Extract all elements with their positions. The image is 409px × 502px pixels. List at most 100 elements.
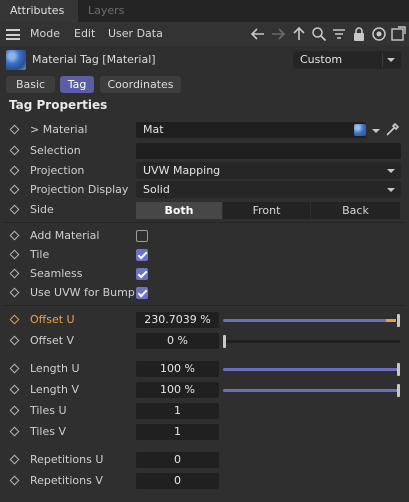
material-label: > Material xyxy=(30,123,88,136)
eyedropper-icon[interactable] xyxy=(384,122,400,138)
panel-tab-bar: Attributes Layers xyxy=(0,0,409,22)
up-arrow-icon[interactable] xyxy=(291,26,307,42)
side-option-front[interactable]: Front xyxy=(223,202,310,219)
projection-dropdown[interactable]: UVW Mapping xyxy=(136,162,401,179)
preset-dropdown[interactable]: Custom xyxy=(293,51,401,69)
offset-u-slider-fill xyxy=(223,319,397,322)
repetitions-u-field[interactable]: 0 xyxy=(136,452,219,468)
selection-label: Selection xyxy=(30,144,81,157)
tab-tag[interactable]: Tag xyxy=(60,76,94,93)
offset-v-slider[interactable] xyxy=(223,335,400,348)
lock-icon[interactable] xyxy=(351,26,367,42)
repetitions-v-field[interactable]: 0 xyxy=(136,473,219,489)
length-v-slider-handle[interactable] xyxy=(397,384,400,397)
filter-icon[interactable] xyxy=(331,26,347,42)
property-tiles-u: Tiles U 1 xyxy=(0,401,409,421)
forward-arrow-icon[interactable] xyxy=(270,26,286,42)
chevron-down-icon[interactable] xyxy=(372,129,380,133)
length-u-slider-fill xyxy=(223,368,400,371)
tab-attributes[interactable]: Attributes xyxy=(0,0,78,22)
keyframe-diamond-icon[interactable] xyxy=(9,249,20,260)
keyframe-diamond-icon[interactable] xyxy=(9,165,20,176)
keyframe-diamond-icon[interactable] xyxy=(9,475,20,486)
offset-u-field[interactable]: 230.7039 % xyxy=(136,312,219,328)
keyframe-diamond-icon[interactable] xyxy=(9,384,20,395)
keyframe-diamond-icon[interactable] xyxy=(9,268,20,279)
property-use-uvw-bump: Use UVW for Bump xyxy=(0,283,409,303)
tab-basic[interactable]: Basic xyxy=(6,76,55,93)
material-link-field[interactable]: Mat xyxy=(136,122,366,138)
tile-checkbox[interactable] xyxy=(136,249,148,261)
property-length-u: Length U 100 % xyxy=(0,359,409,379)
property-offset-u: Offset U 230.7039 % xyxy=(0,310,409,330)
property-repetitions-u: Repetitions U 0 xyxy=(0,450,409,470)
property-tile: Tile xyxy=(0,245,409,265)
tab-layers[interactable]: Layers xyxy=(78,0,134,22)
property-projection-display: Projection Display Solid xyxy=(0,180,409,200)
side-option-back[interactable]: Back xyxy=(311,202,400,219)
menu-edit[interactable]: Edit xyxy=(74,22,95,46)
property-tiles-v: Tiles V 1 xyxy=(0,422,409,442)
keyframe-diamond-icon[interactable] xyxy=(9,426,20,437)
chevron-down-icon xyxy=(387,169,395,173)
length-v-field[interactable]: 100 % xyxy=(136,382,219,398)
chevron-down-icon xyxy=(387,58,395,62)
menu-user-data[interactable]: User Data xyxy=(108,22,163,46)
divider xyxy=(4,222,405,223)
back-arrow-icon[interactable] xyxy=(250,26,266,42)
keyframe-diamond-icon[interactable] xyxy=(9,287,20,298)
length-v-slider[interactable] xyxy=(223,384,400,397)
seamless-label: Seamless xyxy=(30,267,83,280)
tiles-v-field[interactable]: 1 xyxy=(136,424,219,440)
selection-field[interactable] xyxy=(136,143,401,159)
projection-label: Projection xyxy=(30,164,85,177)
property-length-v: Length V 100 % xyxy=(0,380,409,400)
keyframe-diamond-icon[interactable] xyxy=(9,204,20,215)
tiles-u-label: Tiles U xyxy=(30,404,67,417)
length-u-slider-handle[interactable] xyxy=(397,363,400,376)
offset-u-slider[interactable] xyxy=(223,314,400,327)
property-offset-v: Offset V 0 % xyxy=(0,331,409,351)
section-title: Tag Properties xyxy=(9,98,108,112)
use-uvw-bump-checkbox[interactable] xyxy=(136,287,148,299)
menu-mode[interactable]: Mode xyxy=(30,22,60,46)
preset-dropdown-value: Custom xyxy=(300,53,343,66)
keyframe-diamond-icon[interactable] xyxy=(9,124,20,135)
target-icon[interactable] xyxy=(371,26,387,42)
tile-label: Tile xyxy=(30,248,50,261)
tab-coordinates[interactable]: Coordinates xyxy=(100,76,181,93)
keyframe-diamond-icon[interactable] xyxy=(9,314,20,325)
property-selection: Selection xyxy=(0,141,409,161)
add-material-checkbox[interactable] xyxy=(136,230,148,242)
keyframe-diamond-icon[interactable] xyxy=(9,405,20,416)
property-side: Side Both Front Back xyxy=(0,200,409,220)
keyframe-diamond-icon[interactable] xyxy=(9,184,20,195)
offset-v-field[interactable]: 0 % xyxy=(136,333,219,349)
seamless-checkbox[interactable] xyxy=(136,268,148,280)
offset-u-slider-handle[interactable] xyxy=(397,314,400,327)
keyframe-diamond-icon[interactable] xyxy=(9,454,20,465)
keyframe-diamond-icon[interactable] xyxy=(9,230,20,241)
length-u-slider[interactable] xyxy=(223,363,400,376)
length-u-field[interactable]: 100 % xyxy=(136,361,219,377)
tiles-u-field[interactable]: 1 xyxy=(136,403,219,419)
keyframe-diamond-icon[interactable] xyxy=(9,335,20,346)
side-option-both[interactable]: Both xyxy=(136,202,222,219)
length-v-label: Length V xyxy=(30,383,79,396)
projection-display-label: Projection Display xyxy=(30,183,129,196)
material-thumbnail-icon xyxy=(6,50,26,70)
projection-display-dropdown[interactable]: Solid xyxy=(136,181,401,198)
projection-value: UVW Mapping xyxy=(143,164,221,177)
dropdown-separator xyxy=(382,53,383,67)
keyframe-diamond-icon[interactable] xyxy=(9,363,20,374)
property-add-material: Add Material xyxy=(0,226,409,246)
new-panel-icon[interactable] xyxy=(390,26,406,42)
projection-display-value: Solid xyxy=(143,183,170,196)
material-preview-icon xyxy=(354,124,366,136)
repetitions-u-label: Repetitions U xyxy=(30,453,104,466)
hamburger-menu-icon[interactable] xyxy=(6,29,20,40)
object-title: Material Tag [Material] xyxy=(32,53,156,66)
search-icon[interactable] xyxy=(311,26,327,42)
offset-v-slider-handle[interactable] xyxy=(223,335,226,348)
keyframe-diamond-icon[interactable] xyxy=(9,145,20,156)
